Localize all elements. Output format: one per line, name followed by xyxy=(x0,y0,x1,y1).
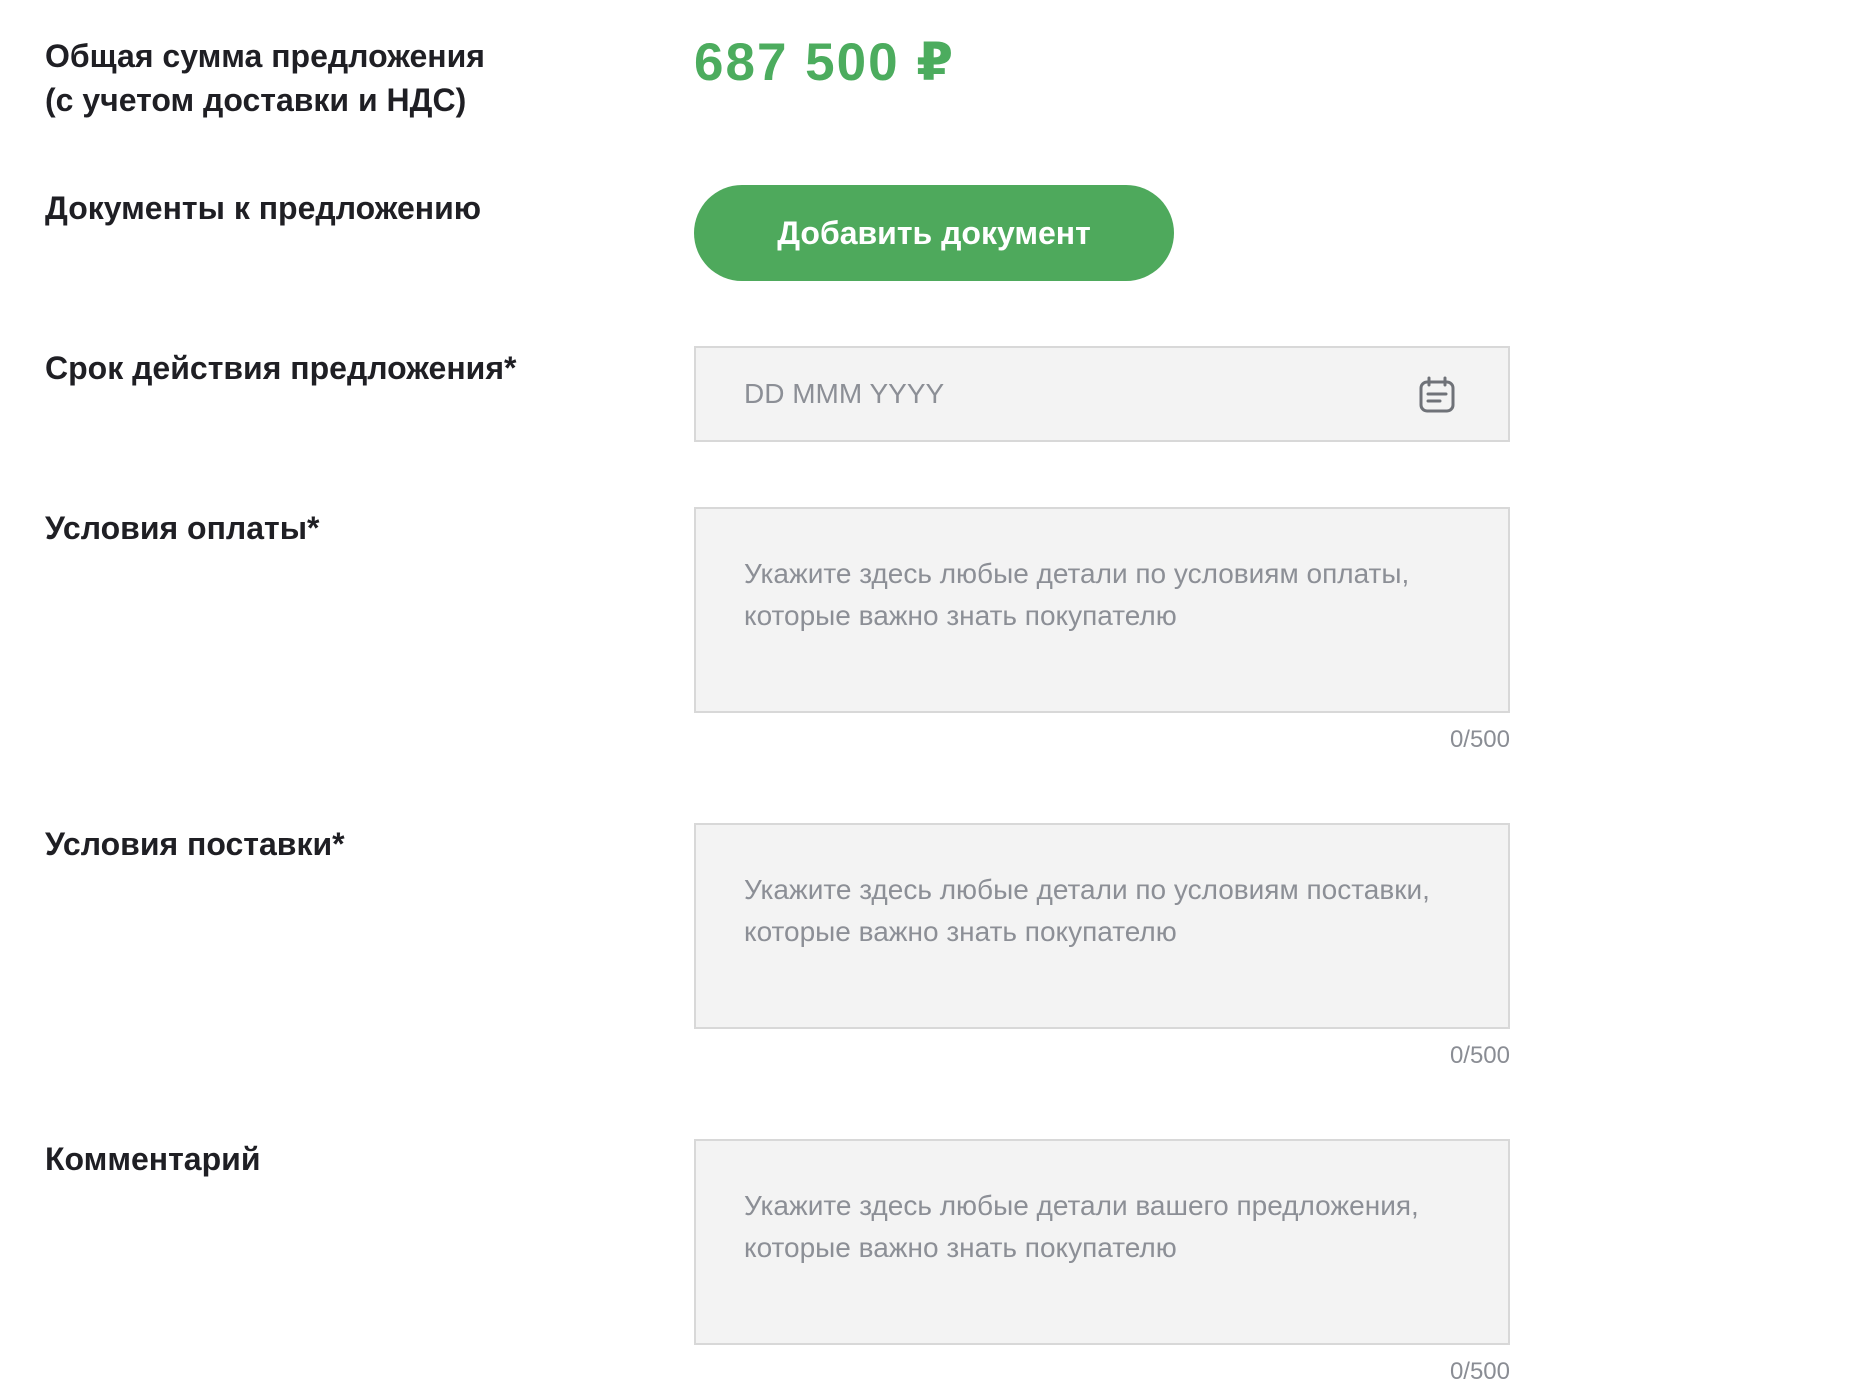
payment-terms-textarea[interactable] xyxy=(696,509,1508,711)
validity-date-input[interactable] xyxy=(696,348,1508,440)
delivery-terms-field xyxy=(694,823,1510,1029)
total-sum-label-line2: (с учетом доставки и НДС) xyxy=(45,82,467,118)
documents-label: Документы к предложению xyxy=(45,190,482,226)
payment-terms-counter: 0/500 xyxy=(1449,726,1510,753)
validity-date-field xyxy=(694,346,1510,442)
comment-textarea[interactable] xyxy=(696,1141,1508,1343)
delivery-terms-textarea[interactable] xyxy=(696,825,1508,1027)
total-sum-label: Общая сумма предложения (с учетом достав… xyxy=(45,34,485,122)
payment-terms-label: Условия оплаты* xyxy=(45,510,320,546)
total-sum-value: 687 500 ₽ xyxy=(694,33,956,92)
delivery-terms-counter: 0/500 xyxy=(1449,1042,1510,1069)
add-document-button[interactable]: Добавить документ xyxy=(694,185,1174,281)
validity-label: Срок действия предложения* xyxy=(45,350,517,386)
payment-terms-field xyxy=(694,507,1510,713)
calendar-icon[interactable] xyxy=(1418,376,1456,414)
comment-counter: 0/500 xyxy=(1449,1358,1510,1385)
comment-field xyxy=(694,1139,1510,1345)
delivery-terms-label: Условия поставки* xyxy=(45,826,345,862)
comment-label: Комментарий xyxy=(45,1141,261,1177)
total-sum-label-line1: Общая сумма предложения xyxy=(45,38,485,74)
